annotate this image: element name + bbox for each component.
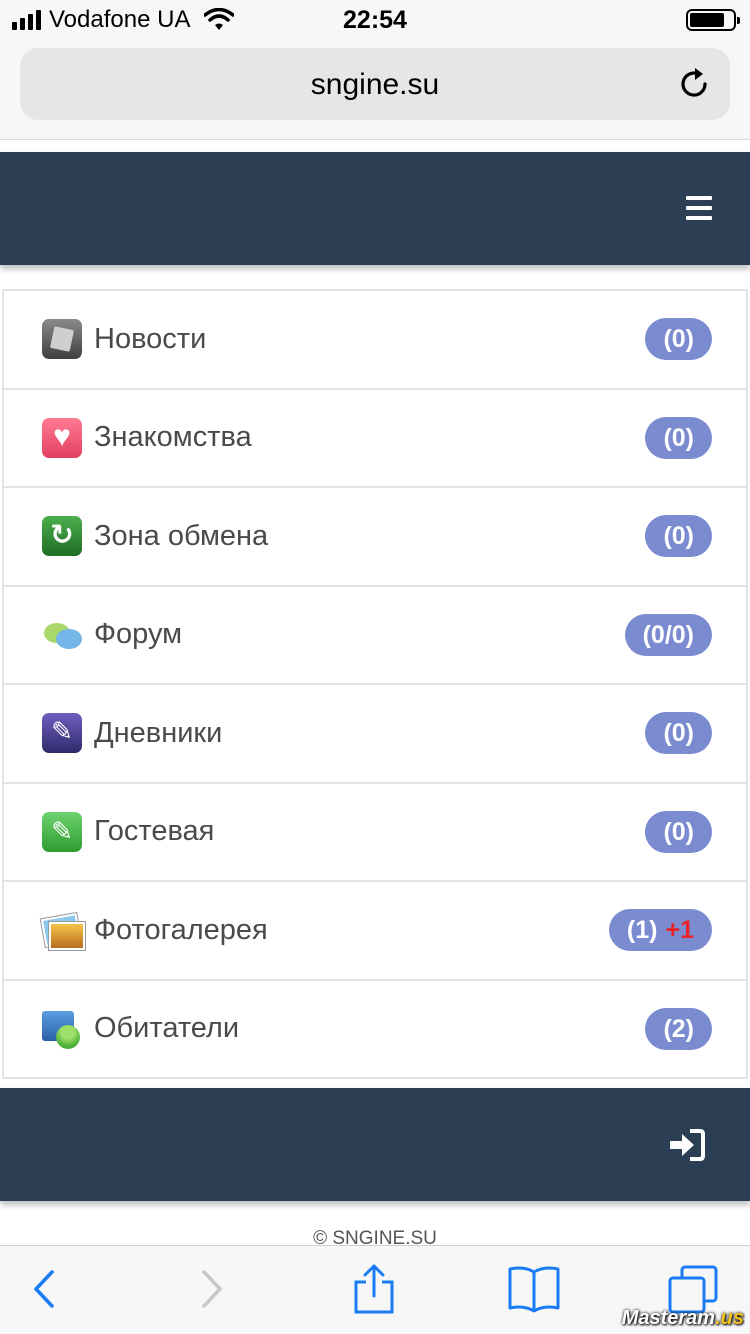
menu-item-label: Гостевая [94, 815, 215, 848]
photos-icon [42, 910, 85, 951]
guestbook-pen-icon [42, 811, 82, 852]
count-badge: (0/0) [624, 613, 712, 656]
section-list: Новости (0) Знакомства (0) Зона обмена (… [2, 289, 748, 1079]
watermark-logo: Masteram.us [621, 1307, 744, 1329]
diary-pen-icon [42, 713, 82, 754]
forward-arrow-icon[interactable] [184, 1264, 240, 1314]
count-badge: (0) [645, 318, 712, 361]
hamburger-menu-icon[interactable] [686, 196, 712, 220]
status-bar: Vodafone UA 22:54 [0, 0, 750, 40]
news-icon [42, 319, 82, 360]
count-badge: (0) [645, 416, 712, 459]
menu-item-forum[interactable]: Форум (0/0) [4, 587, 746, 685]
menu-item-news[interactable]: Новости (0) [4, 291, 746, 390]
address-bar[interactable]: sngine.su [20, 48, 730, 120]
count-badge: (0) [645, 515, 712, 558]
browser-toolbar: sngine.su [0, 40, 750, 140]
heart-icon [42, 417, 82, 458]
menu-item-guestbook[interactable]: Гостевая (0) [4, 784, 746, 882]
menu-item-diaries[interactable]: Дневники (0) [4, 685, 746, 784]
count-badge: (2) [645, 1007, 712, 1050]
menu-item-label: Новости [94, 322, 207, 355]
url-text: sngine.su [310, 68, 440, 101]
exchange-icon [42, 516, 82, 557]
login-icon[interactable] [668, 1128, 706, 1162]
menu-item-residents[interactable]: Обитатели (2) [4, 981, 746, 1079]
chat-bubbles-icon [42, 615, 82, 655]
menu-item-photogallery[interactable]: Фотогалерея (1) +1 [4, 882, 746, 981]
back-arrow-icon[interactable] [16, 1264, 72, 1314]
reload-icon[interactable] [676, 66, 712, 102]
count-badge: (0) [645, 810, 712, 853]
menu-item-label: Фотогалерея [94, 913, 268, 946]
count-badge: (1) +1 [608, 909, 712, 952]
status-time: 22:54 [343, 6, 407, 34]
menu-item-exchange[interactable]: Зона обмена (0) [4, 488, 746, 587]
share-icon[interactable] [346, 1264, 402, 1314]
count-badge: (0) [645, 712, 712, 755]
menu-item-label: Зона обмена [94, 519, 269, 552]
site-header [0, 152, 750, 265]
users-icon [42, 1009, 82, 1049]
menu-item-dating[interactable]: Знакомства (0) [4, 390, 746, 488]
new-count: +1 [665, 916, 694, 945]
menu-item-label: Форум [94, 618, 183, 651]
menu-item-label: Знакомства [94, 421, 252, 454]
menu-item-label: Дневники [94, 716, 223, 749]
battery-icon [686, 9, 740, 31]
menu-item-label: Обитатели [94, 1012, 240, 1045]
bookmarks-icon[interactable] [506, 1264, 562, 1314]
site-footer [0, 1088, 750, 1201]
